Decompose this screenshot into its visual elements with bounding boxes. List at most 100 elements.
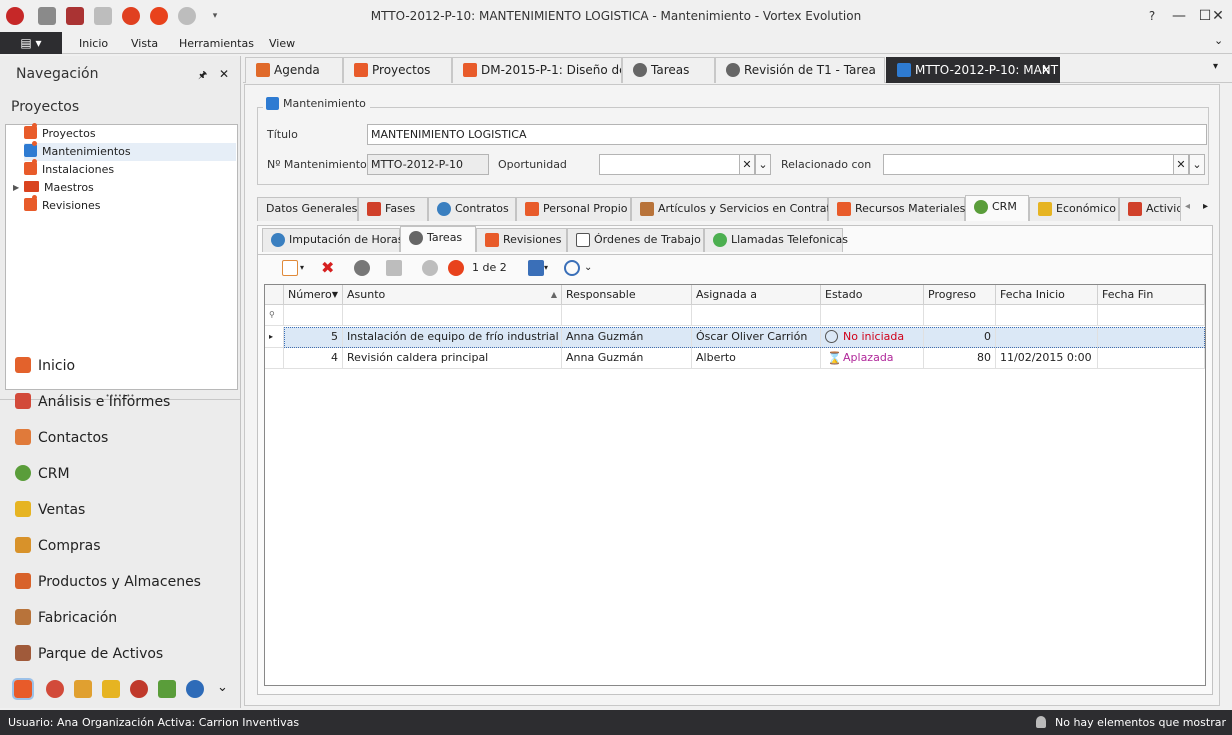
close-button[interactable]: ✕ [1207, 6, 1229, 26]
menu-vista[interactable]: Vista [131, 37, 158, 50]
expand-arrow-icon[interactable]: ▶ [13, 183, 19, 192]
tab-recursos-materiales[interactable]: Recursos Materiales [828, 197, 965, 221]
tree-item-label: Revisiones [42, 199, 101, 212]
relacionado-dropdown-icon[interactable]: ⌄ [1189, 154, 1205, 175]
contracts-shortcut-icon[interactable] [46, 680, 64, 698]
filter-cell[interactable] [343, 305, 562, 326]
tab-actividades[interactable]: Activid [1119, 197, 1181, 221]
filter-cell[interactable] [692, 305, 821, 326]
previous-record-icon[interactable] [422, 260, 438, 276]
menu-herramientas[interactable]: Herramientas [179, 37, 254, 50]
col-estado[interactable]: Estado [821, 285, 924, 305]
doc-tab-agenda[interactable]: Agenda [245, 57, 343, 83]
subtab-imputacion[interactable]: Imputación de Horas [262, 228, 404, 252]
next-record-icon[interactable] [448, 260, 464, 276]
doc-tab-proyectos[interactable]: Proyectos [343, 57, 452, 83]
delete-icon[interactable]: ✖ [321, 260, 337, 276]
filter-cell[interactable] [924, 305, 996, 326]
exchange-shortcut-icon[interactable] [74, 680, 92, 698]
copy-icon[interactable] [386, 260, 402, 276]
col-asunto[interactable]: Asunto ▲ [343, 285, 562, 305]
subtab-ordenes[interactable]: Órdenes de Trabajo [567, 228, 704, 252]
filter-dropdown-icon[interactable]: ▼ [332, 285, 338, 305]
col-numero[interactable]: Número ▼ [284, 285, 343, 305]
print-dropdown-icon[interactable]: ▾ [544, 260, 552, 276]
col-fecha-fin[interactable]: Fecha Fin [1098, 285, 1205, 305]
network-shortcut-icon[interactable] [186, 680, 204, 698]
search-dropdown-icon[interactable]: ⌄ [584, 260, 594, 276]
auto-filter-icon[interactable]: ⚲ [265, 305, 284, 326]
tab-datos-generales[interactable]: Datos Generales [257, 197, 358, 221]
nav-group-compras[interactable]: Compras [15, 534, 101, 558]
doc-tab-tareas[interactable]: Tareas [622, 57, 715, 83]
relacionado-clear-icon[interactable]: ✕ [1173, 154, 1189, 175]
titulo-input[interactable]: MANTENIMIENTO LOGISTICA [367, 124, 1207, 145]
doc-tab-mtto-2012[interactable]: MTTO-2012-P-10: MANT ✕ [886, 57, 1060, 83]
relacionado-input[interactable] [883, 154, 1175, 175]
subtab-tareas[interactable]: Tareas [400, 226, 476, 252]
sort-ascending-icon[interactable]: ▲ [551, 285, 557, 305]
help-icon[interactable]: ? [1141, 6, 1163, 26]
tab-fases[interactable]: Fases [358, 197, 428, 221]
doc-tab-revision[interactable]: Revisión de T1 - Tarea [715, 57, 885, 83]
tree-item-proyectos[interactable]: Proyectos [24, 123, 236, 143]
filter-cell[interactable] [821, 305, 924, 326]
bell-icon[interactable] [1036, 716, 1046, 728]
doc-tab-dm-2015[interactable]: DM-2015-P-1: Diseño de [452, 57, 622, 83]
nav-group-analisis[interactable]: Análisis e Informes [15, 390, 170, 414]
docs-shortcut-icon[interactable] [102, 680, 120, 698]
col-progreso[interactable]: Progreso [924, 285, 996, 305]
new-dropdown-icon[interactable]: ▾ [300, 260, 308, 276]
proyectos-shortcut-icon[interactable] [12, 678, 34, 700]
oportunidad-input[interactable] [599, 154, 741, 175]
tabs-scroll-left-icon[interactable]: ◂ [1185, 201, 1190, 212]
nav-group-fabricacion[interactable]: Fabricación [15, 606, 117, 630]
col-fecha-inicio[interactable]: Fecha Inicio [996, 285, 1098, 305]
status-notifications[interactable]: No hay elementos que mostrar [1055, 710, 1226, 735]
menu-view[interactable]: View [269, 37, 295, 50]
filter-cell[interactable] [284, 305, 343, 326]
print-icon[interactable] [528, 260, 544, 276]
gear-shortcut-icon[interactable] [130, 680, 148, 698]
tab-personal-propio[interactable]: Personal Propio [516, 197, 631, 221]
col-responsable[interactable]: Responsable [562, 285, 692, 305]
tasks-tool-icon[interactable] [354, 260, 370, 276]
tab-crm[interactable]: CRM [965, 195, 1029, 221]
oportunidad-dropdown-icon[interactable]: ⌄ [755, 154, 771, 175]
tree-item-maestros[interactable]: Maestros [24, 179, 236, 197]
tab-articulos[interactable]: Artículos y Servicios en Contrato [631, 197, 838, 221]
search-icon[interactable] [564, 260, 580, 276]
numero-input[interactable]: MTTO-2012-P-10 [367, 154, 489, 175]
nav-group-contactos[interactable]: Contactos [15, 426, 108, 450]
nav-group-productos[interactable]: Productos y Almacenes [15, 570, 201, 594]
more-groups-icon[interactable]: ⌄ [217, 680, 228, 695]
menu-inicio[interactable]: Inicio [79, 37, 108, 50]
nav-close-icon[interactable]: ✕ [219, 67, 229, 81]
tree-item-instalaciones[interactable]: Instalaciones [24, 159, 236, 179]
subtab-revisiones[interactable]: Revisiones [476, 228, 567, 252]
minimize-button[interactable]: — [1168, 6, 1190, 26]
tab-list-dropdown-icon[interactable]: ▾ [1213, 61, 1218, 72]
tab-contratos[interactable]: Contratos [428, 197, 516, 221]
ribbon-expand-icon[interactable]: ⌄ [1214, 34, 1223, 47]
close-tab-icon[interactable]: ✕ [1041, 58, 1051, 82]
filter-cell[interactable] [562, 305, 692, 326]
nav-group-ventas[interactable]: Ventas [15, 498, 85, 522]
new-record-icon[interactable] [282, 260, 298, 276]
chart-shortcut-icon[interactable] [158, 680, 176, 698]
oportunidad-clear-icon[interactable]: ✕ [739, 154, 755, 175]
nav-group-parque-activos[interactable]: Parque de Activos [15, 642, 163, 666]
application-menu-button[interactable]: ▤ ▾ [0, 32, 62, 54]
nav-group-inicio[interactable]: Inicio [15, 354, 75, 378]
vertical-scrollbar[interactable] [1220, 84, 1232, 706]
tree-item-mantenimientos[interactable]: Mantenimientos [24, 141, 236, 161]
nav-group-crm[interactable]: CRM [15, 462, 70, 486]
filter-cell[interactable] [1098, 305, 1205, 326]
col-asignada[interactable]: Asignada a [692, 285, 821, 305]
tabs-scroll-right-icon[interactable]: ▸ [1203, 201, 1208, 212]
subtab-llamadas[interactable]: Llamadas Telefonicas [704, 228, 848, 252]
pin-icon[interactable]: 🖈 [198, 68, 207, 85]
filter-cell[interactable] [996, 305, 1098, 326]
tree-item-revisiones[interactable]: Revisiones [24, 195, 236, 215]
tab-economico[interactable]: Económico [1029, 197, 1119, 221]
